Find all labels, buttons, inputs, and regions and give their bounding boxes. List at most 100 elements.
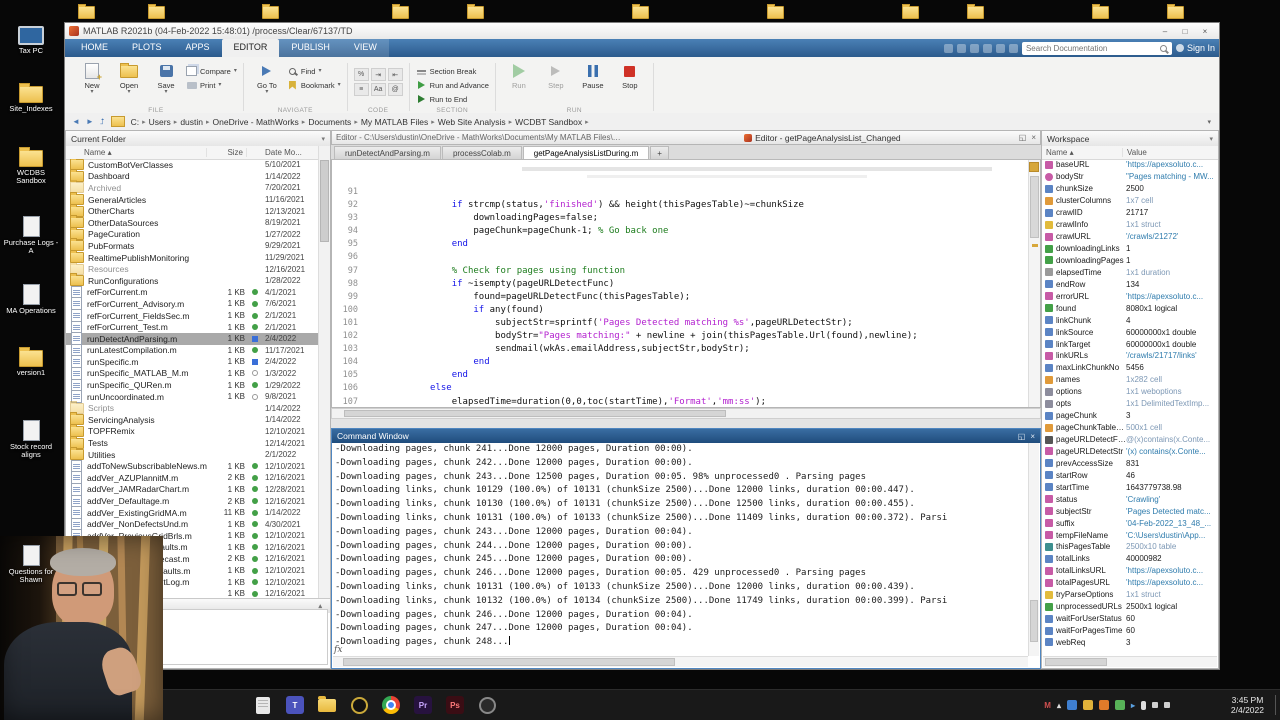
workspace-variable-row[interactable]: linkTarget 60000000x1 double bbox=[1042, 338, 1218, 350]
show-desktop-button[interactable] bbox=[1275, 695, 1280, 715]
new-button[interactable]: New▾ bbox=[75, 61, 109, 95]
breadcrumb-segment[interactable]: WCDBT Sandbox bbox=[513, 117, 584, 127]
desktop-folder-icon[interactable] bbox=[632, 4, 649, 19]
workspace-variable-row[interactable]: opts 1x1 DelimitedTextImp... bbox=[1042, 398, 1218, 410]
window-close-button[interactable]: × bbox=[1195, 27, 1215, 36]
workspace-variable-row[interactable]: endRow 134 bbox=[1042, 278, 1218, 290]
workspace-variable-row[interactable]: subjectStr 'Pages Detected matc... bbox=[1042, 505, 1218, 517]
save-button[interactable]: Save ▾ bbox=[149, 61, 183, 95]
workspace-variable-row[interactable]: startRow 46 bbox=[1042, 469, 1218, 481]
documentation-search[interactable] bbox=[1021, 41, 1172, 55]
quick-access-icon[interactable] bbox=[995, 43, 1005, 53]
taskbar-adobe-app[interactable]: Ps bbox=[444, 694, 466, 716]
editor-horizontal-scrollbar[interactable] bbox=[331, 408, 1041, 419]
folder-row[interactable]: GeneralArticles 11/16/2021 bbox=[66, 192, 319, 206]
file-list-scrollbar[interactable] bbox=[318, 146, 330, 599]
pause-button[interactable]: Pause bbox=[576, 61, 610, 90]
workspace-variable-row[interactable]: downloadingPages 1 bbox=[1042, 255, 1218, 267]
section-break-button[interactable]: Section Break bbox=[416, 66, 489, 76]
scrollbar-thumb[interactable] bbox=[343, 658, 675, 666]
folder-row[interactable]: TOPFRemix 12/10/2021 bbox=[66, 423, 319, 438]
file-row[interactable]: refForCurrent.m 1 KB 4/1/2021 bbox=[66, 285, 319, 299]
open-button[interactable]: Open ▾ bbox=[112, 61, 146, 95]
workspace-horizontal-scrollbar[interactable] bbox=[1043, 656, 1217, 667]
workspace-header[interactable]: Workspace ▾ bbox=[1042, 131, 1218, 147]
ribbon-tab-plots[interactable]: PLOTS bbox=[120, 39, 174, 57]
workspace-variable-row[interactable]: pageURLDetectStr '(x) contains(x.Conte... bbox=[1042, 446, 1218, 458]
panel-menu-icon[interactable]: ▾ bbox=[1209, 135, 1213, 143]
column-size[interactable]: Size bbox=[207, 148, 247, 157]
desktop-folder-icon[interactable] bbox=[767, 4, 784, 19]
column-date-modified[interactable]: Date Mo... bbox=[262, 148, 319, 157]
taskbar-teams[interactable]: T bbox=[284, 694, 306, 716]
ribbon-tab-publish[interactable]: PUBLISH bbox=[279, 39, 342, 57]
tray-network[interactable] bbox=[1164, 702, 1170, 708]
desktop-folder-icon[interactable] bbox=[902, 4, 919, 19]
tray-sq-green[interactable] bbox=[1114, 700, 1125, 710]
desktop-icon[interactable]: Questions for Shawn bbox=[2, 545, 60, 584]
tray-sq-yellow[interactable] bbox=[1082, 700, 1093, 710]
scrollbar-thumb[interactable] bbox=[1030, 600, 1038, 642]
breadcrumb-segment[interactable]: My MATLAB Files bbox=[359, 117, 430, 127]
stop-button[interactable]: Stop bbox=[613, 61, 647, 90]
folder-row[interactable]: Archived 7/20/2021 bbox=[66, 180, 319, 194]
code-tool-button[interactable]: ≡ bbox=[353, 83, 369, 96]
folder-row[interactable]: Scripts 1/14/2022 bbox=[66, 400, 319, 414]
folder-row[interactable]: OtherDataSources 8/19/2021 bbox=[66, 215, 319, 229]
workspace-variable-row[interactable]: unprocessedURLs 2500x1 logical bbox=[1042, 601, 1218, 613]
scrollbar-thumb[interactable] bbox=[1030, 176, 1039, 238]
ribbon-tab-apps[interactable]: APPS bbox=[174, 39, 222, 57]
tray-play[interactable]: ▸ bbox=[1131, 701, 1135, 710]
folder-row[interactable]: Dashboard 1/14/2022 bbox=[66, 168, 319, 183]
step-button[interactable]: Step bbox=[539, 61, 573, 90]
tray-app-m[interactable]: M bbox=[1044, 701, 1051, 710]
file-row[interactable]: refForCurrent_Advisory.m 1 KB 7/6/2021 bbox=[66, 297, 319, 311]
folder-row[interactable]: ServicingAnalysis 1/14/2022 bbox=[66, 412, 319, 426]
command-window-horizontal-scrollbar[interactable] bbox=[333, 656, 1028, 667]
quick-access-icon[interactable] bbox=[956, 43, 966, 53]
workspace-variable-row[interactable]: thisPagesTable 2500x10 table bbox=[1042, 541, 1218, 553]
file-row[interactable]: addVer_NonDefectsUnd.m 1 KB 4/30/2021 bbox=[66, 517, 319, 531]
desktop-folder-icon[interactable] bbox=[392, 4, 409, 19]
workspace-variable-row[interactable]: linkSource 60000000x1 double bbox=[1042, 326, 1218, 338]
workspace-variable-row[interactable]: errorURL'https://apexsoluto.c... bbox=[1042, 290, 1218, 302]
editor-title-bar[interactable]: Editor - C:\Users\dustin\OneDrive - Math… bbox=[331, 130, 1041, 145]
file-row[interactable]: addVer_ExistingGridMA.m 11 KB 1/14/2022 bbox=[66, 506, 319, 520]
workspace-variable-row[interactable]: linkURLs '/crawls/21717/links' bbox=[1042, 350, 1218, 362]
workspace-variable-row[interactable]: downloadingLinks 1 bbox=[1042, 243, 1218, 255]
file-row[interactable]: runDetectAndParsing.m 1 KB 2/4/2022 bbox=[66, 332, 319, 346]
folder-row[interactable]: PageCuration 1/27/2022 bbox=[66, 226, 319, 241]
desktop-folder-icon[interactable] bbox=[78, 4, 95, 19]
tray-volume[interactable] bbox=[1152, 702, 1158, 708]
code-analyzer-indicator[interactable] bbox=[1029, 162, 1039, 172]
taskbar-chrome[interactable] bbox=[380, 694, 402, 716]
workspace-variable-row[interactable]: baseURL'https://apexsoluto.c... bbox=[1042, 159, 1218, 171]
breadcrumb-segment[interactable]: dustin bbox=[178, 117, 205, 127]
desktop-folder-icon[interactable] bbox=[1092, 4, 1109, 19]
sign-in-button[interactable]: Sign In bbox=[1175, 43, 1215, 53]
ribbon-tab-home[interactable]: HOME bbox=[69, 39, 120, 57]
workspace-variable-row[interactable]: totalLinks 40000982 bbox=[1042, 553, 1218, 565]
folder-row[interactable]: Resources 12/16/2021 bbox=[66, 261, 319, 275]
workspace-variable-row[interactable]: maxLinkChunkNo 5456 bbox=[1042, 362, 1218, 374]
forward-icon[interactable]: ► bbox=[84, 117, 96, 126]
compare-button[interactable]: Compare ▾ bbox=[186, 66, 237, 76]
workspace-variable-row[interactable]: crawlInfo 1x1 struct bbox=[1042, 219, 1218, 231]
workspace-variable-row[interactable]: pageChunkTableC... 500x1 cell bbox=[1042, 422, 1218, 434]
window-maximize-button[interactable]: □ bbox=[1175, 27, 1195, 36]
workspace-variable-row[interactable]: tempFileName 'C:\Users\dustin\App... bbox=[1042, 529, 1218, 541]
code-tool-button[interactable]: ⇤ bbox=[387, 68, 403, 81]
desktop-icon[interactable]: Stock record aligns bbox=[2, 420, 60, 459]
quick-access-icon[interactable] bbox=[1008, 43, 1018, 53]
up-folder-icon[interactable]: ⮥ bbox=[98, 117, 107, 127]
workspace-variable-row[interactable]: tryParseOptions 1x1 struct bbox=[1042, 589, 1218, 601]
breadcrumb-segment[interactable]: OneDrive - MathWorks bbox=[211, 117, 301, 127]
window-minimize-button[interactable]: – bbox=[1155, 27, 1175, 36]
current-folder-header[interactable]: Current Folder ▾ bbox=[66, 131, 330, 147]
workspace-variable-row[interactable]: webReq 3 bbox=[1042, 637, 1218, 649]
workspace-variable-row[interactable]: elapsedTime 1x1 duration bbox=[1042, 266, 1218, 278]
desktop-icon[interactable]: Site_Indexes bbox=[2, 83, 60, 113]
run-and-advance-button[interactable]: Run and Advance bbox=[416, 80, 489, 90]
column-value[interactable]: Value bbox=[1123, 148, 1218, 157]
go-to-button[interactable]: Go To ▾ bbox=[250, 61, 284, 95]
